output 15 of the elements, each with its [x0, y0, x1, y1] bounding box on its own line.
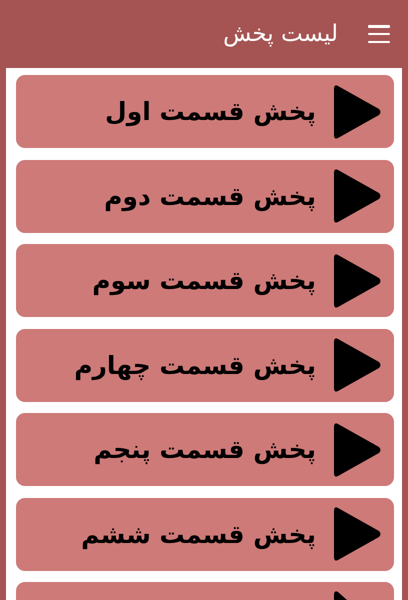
play-episode-button[interactable]: پخش قسمت دوم	[16, 160, 394, 232]
play-episode-button[interactable]: پخش قسمت سوم	[16, 244, 394, 317]
play-icon	[334, 252, 382, 308]
app-bar-title: لیست پخش	[223, 21, 338, 47]
play-icon	[334, 168, 382, 224]
menu-icon[interactable]	[368, 25, 390, 43]
play-episode-button[interactable]: پخش قسمت چهارم	[16, 328, 394, 402]
play-icon	[334, 422, 382, 478]
play-icon	[334, 590, 348, 600]
play-episode-button[interactable]: پخش قسمت پنجم	[16, 413, 394, 486]
play-icon	[334, 337, 382, 393]
play-icon	[334, 84, 382, 140]
play-icon	[334, 506, 382, 562]
play-episode-button[interactable]: پخش قسمت اول	[16, 75, 394, 148]
play-episode-button[interactable]: پخش قسمت ششم	[16, 498, 394, 570]
